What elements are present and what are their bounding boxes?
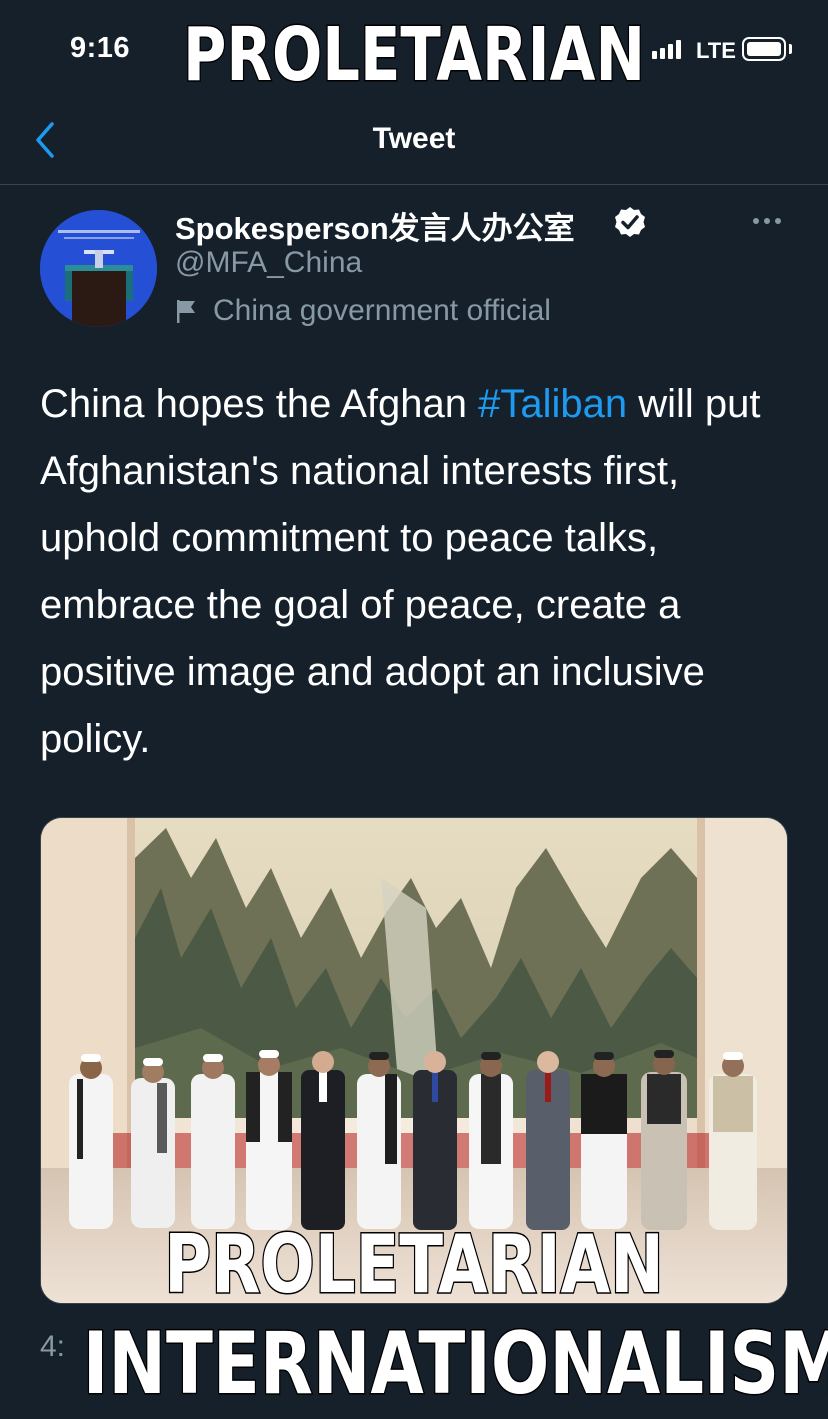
flag-icon — [177, 300, 195, 323]
avatar[interactable] — [40, 210, 157, 327]
battery-icon — [742, 37, 786, 61]
tweet-text: China hopes the Afghan #Taliban will put… — [40, 371, 800, 773]
header-divider — [0, 184, 828, 185]
tweet-text-start: China hopes the Afghan — [40, 382, 479, 426]
meme-top-caption: PROLETARIAN — [182, 11, 646, 100]
tweet-timestamp: 4: — [40, 1330, 66, 1363]
more-options-icon[interactable] — [753, 218, 781, 224]
government-label: China government official — [213, 294, 551, 327]
page-title: Tweet — [372, 122, 456, 155]
tweet-text-end: will put Afghanistan's national interest… — [40, 382, 761, 761]
author-name[interactable]: Spokesperson发言人办公室 — [175, 203, 575, 248]
hashtag-link[interactable]: #Taliban — [478, 382, 627, 426]
meme-bottom-caption-line-1: PROLETARIAN — [163, 1217, 665, 1313]
government-label-row: China government official — [175, 293, 551, 329]
verified-badge-icon — [615, 207, 645, 237]
podium-icon — [40, 210, 157, 327]
author-handle[interactable]: @MFA_China — [175, 246, 362, 280]
meme-bottom-caption-line-2: INTERNATIONALISM — [82, 1313, 828, 1416]
battery-tip — [789, 44, 792, 54]
